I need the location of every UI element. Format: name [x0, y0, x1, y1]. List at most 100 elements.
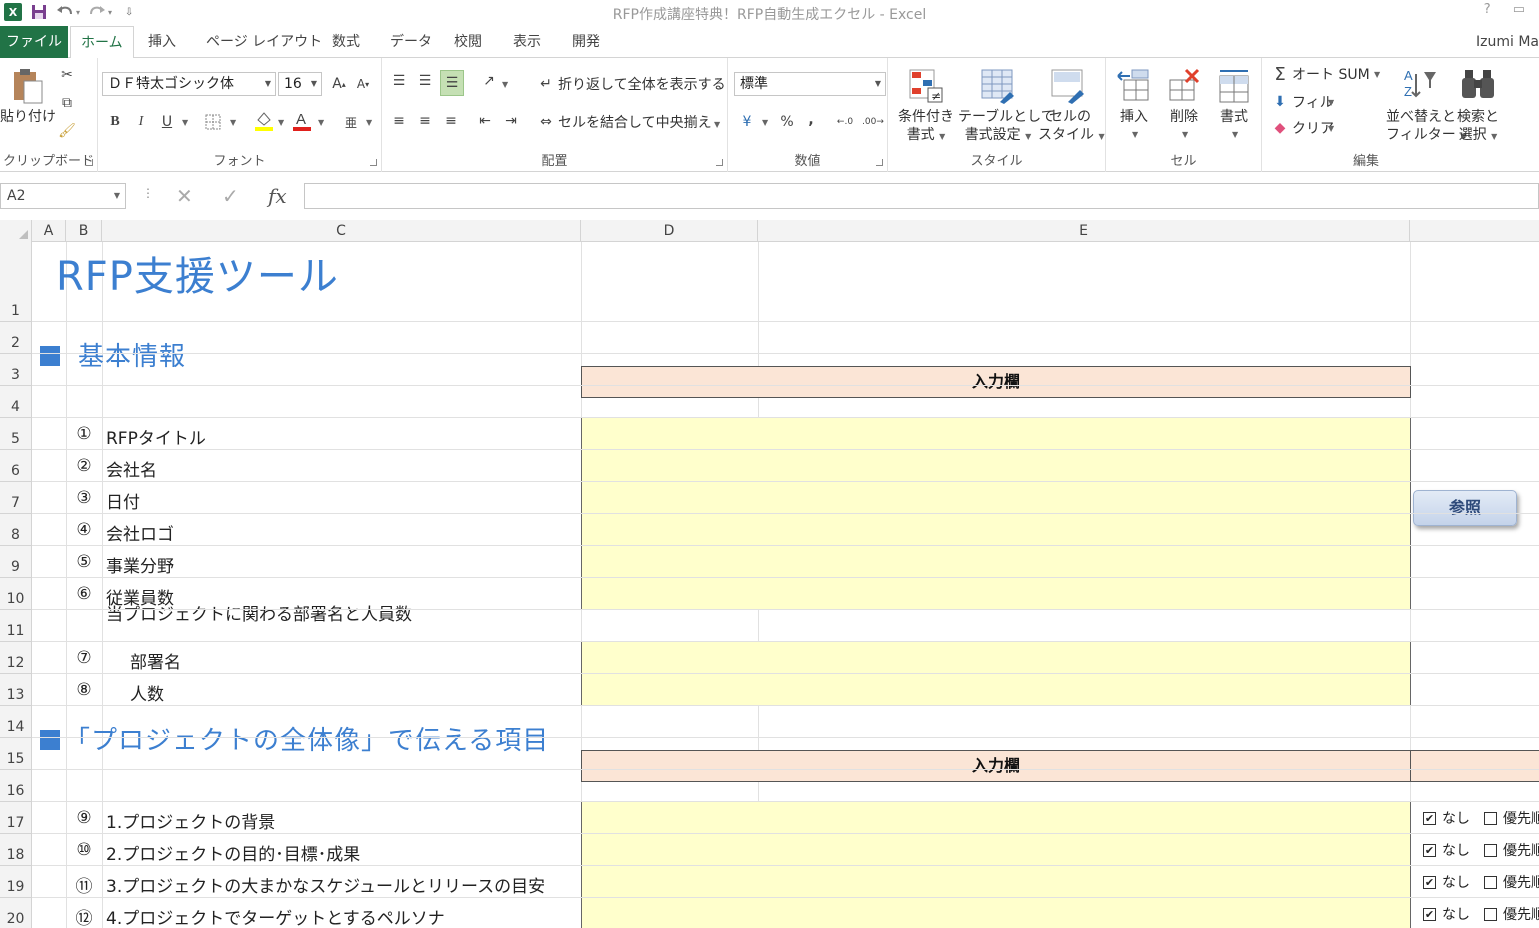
tab-insert[interactable]: 挿入 — [138, 26, 186, 58]
underline-button[interactable]: U — [156, 110, 178, 134]
row-header[interactable]: 15 — [0, 738, 32, 770]
autosum-icon[interactable]: Σ — [1270, 64, 1290, 85]
decrease-indent-icon[interactable]: ⇤ — [474, 110, 496, 132]
merge-dropdown-icon[interactable]: ▼ — [714, 120, 720, 129]
reference-button[interactable]: 参照 — [1413, 490, 1517, 526]
borders-dropdown-icon[interactable]: ▼ — [230, 118, 236, 127]
row-header[interactable]: 11 — [0, 610, 32, 642]
row-header[interactable]: 9 — [0, 546, 32, 578]
dept-item-input-cell[interactable] — [581, 673, 1411, 706]
wrap-text-icon[interactable]: ↵ — [536, 74, 556, 94]
row-header[interactable]: 4 — [0, 386, 32, 418]
row-header[interactable]: 16 — [0, 770, 32, 802]
tab-data[interactable]: データ — [380, 26, 442, 58]
cut-icon[interactable]: ✂ — [56, 64, 78, 86]
tab-page-layout[interactable]: ページ レイアウト — [196, 26, 332, 58]
row-header[interactable]: 6 — [0, 450, 32, 482]
cell-styles-line1[interactable]: セルの — [1038, 108, 1102, 126]
confirm-entry-icon[interactable]: ✓ — [222, 184, 239, 208]
user-name[interactable]: Izumi Ma — [1476, 34, 1539, 50]
paste-button[interactable]: 貼り付け — [0, 108, 56, 126]
insert-cells-icon[interactable] — [1114, 66, 1154, 106]
grow-font-icon[interactable]: A ▴ — [328, 72, 350, 96]
align-bottom-icon[interactable]: ☰ — [440, 70, 464, 96]
priority-checkbox[interactable] — [1484, 907, 1497, 921]
row-header[interactable]: 18 — [0, 834, 32, 866]
insert-dropdown-icon[interactable]: ▼ — [1132, 130, 1138, 139]
insert-function-button[interactable]: fx — [268, 184, 287, 208]
tab-formulas[interactable]: 数式 — [322, 26, 370, 58]
cell-styles-icon[interactable] — [1048, 66, 1088, 106]
fill-color-icon[interactable] — [252, 108, 276, 134]
none-checkbox[interactable]: ✔ — [1423, 875, 1436, 889]
delete-cells-button[interactable]: 削除 — [1164, 108, 1204, 126]
format-as-table-icon[interactable] — [978, 66, 1018, 106]
row-header[interactable]: 8 — [0, 514, 32, 546]
sort-filter-line1[interactable]: 並べ替えと — [1386, 108, 1456, 126]
phonetic-icon[interactable]: 亜 — [340, 110, 362, 134]
row-header[interactable]: 2 — [0, 322, 32, 354]
clear-dropdown-icon[interactable]: ▼ — [1328, 124, 1334, 133]
font-color-dropdown-icon[interactable]: ▼ — [318, 118, 324, 127]
basic-item-input-cell[interactable] — [581, 513, 1411, 546]
row-header[interactable]: 20 — [0, 898, 32, 928]
none-checkbox[interactable]: ✔ — [1423, 907, 1436, 921]
merge-center-icon[interactable]: ⇔ — [536, 112, 556, 132]
wrap-text-button[interactable]: 折り返して全体を表示する — [558, 76, 726, 94]
row-header[interactable]: 17 — [0, 802, 32, 834]
basic-item-input-cell[interactable] — [581, 545, 1411, 578]
conditional-formatting-icon[interactable]: ≠ — [906, 66, 946, 106]
tab-home[interactable]: ホーム — [70, 26, 134, 59]
priority-checkbox[interactable] — [1484, 875, 1497, 889]
find-select-line1[interactable]: 検索と — [1452, 108, 1504, 126]
basic-item-input-cell[interactable] — [581, 577, 1411, 610]
font-name-combo[interactable]: ＤＦ特太ゴシック体 ▼ — [102, 72, 276, 96]
conditional-formatting-line1[interactable]: 条件付き — [894, 108, 958, 126]
column-header-b[interactable]: B — [66, 220, 102, 242]
clipboard-launcher-icon[interactable] — [86, 159, 93, 166]
font-size-combo[interactable]: 16 ▼ — [278, 72, 322, 96]
fill-color-dropdown-icon[interactable]: ▼ — [278, 118, 284, 127]
overview-item-input-cell[interactable] — [581, 897, 1411, 928]
tab-file[interactable]: ファイル — [0, 26, 68, 58]
overview-item-input-cell[interactable] — [581, 833, 1411, 866]
select-all-corner[interactable] — [0, 220, 32, 242]
align-top-icon[interactable]: ☰ — [388, 70, 410, 92]
align-center-icon[interactable]: ≡ — [414, 110, 436, 132]
number-launcher-icon[interactable] — [876, 159, 883, 166]
paste-icon[interactable] — [10, 66, 46, 106]
row-header[interactable]: 7 — [0, 482, 32, 514]
orientation-icon[interactable]: ↗ — [476, 70, 502, 92]
cancel-entry-icon[interactable]: ✕ — [176, 184, 193, 208]
increase-decimal-icon[interactable]: ←.0 — [834, 110, 856, 134]
copy-icon[interactable]: ⧉ — [56, 92, 78, 114]
alignment-launcher-icon[interactable] — [716, 159, 723, 166]
help-button[interactable]: ? — [1484, 2, 1491, 17]
clear-icon[interactable]: ◆ — [1270, 118, 1290, 138]
row-header[interactable]: 19 — [0, 866, 32, 898]
format-as-table-line2[interactable]: 書式設定 ▼ — [958, 126, 1038, 146]
column-header-f[interactable] — [1410, 220, 1539, 242]
bold-button[interactable]: B — [104, 110, 126, 134]
merge-center-button[interactable]: セルを結合して中央揃え — [558, 114, 712, 132]
row-header[interactable]: 3 — [0, 354, 32, 386]
borders-icon[interactable] — [202, 110, 224, 134]
insert-cells-button[interactable]: 挿入 — [1114, 108, 1154, 126]
conditional-formatting-line2[interactable]: 書式 ▼ — [894, 126, 958, 146]
none-checkbox[interactable]: ✔ — [1423, 811, 1436, 825]
column-header-e[interactable]: E — [758, 220, 1410, 242]
formula-input[interactable] — [304, 183, 1539, 209]
sort-filter-icon[interactable]: AZ — [1400, 64, 1440, 104]
restore-button[interactable]: ▭ — [1513, 2, 1525, 17]
percent-button[interactable]: % — [776, 110, 798, 134]
underline-dropdown-icon[interactable]: ▼ — [182, 118, 188, 127]
format-dropdown-icon[interactable]: ▼ — [1232, 130, 1238, 139]
orientation-dropdown-icon[interactable]: ▼ — [502, 80, 508, 89]
tab-review[interactable]: 校閲 — [444, 26, 492, 58]
delete-cells-icon[interactable] — [1164, 66, 1204, 106]
basic-item-input-cell[interactable] — [581, 481, 1411, 514]
column-header-d[interactable]: D — [581, 220, 758, 242]
align-right-icon[interactable]: ≡ — [440, 110, 462, 132]
font-launcher-icon[interactable] — [370, 159, 377, 166]
font-color-icon[interactable]: A — [290, 108, 314, 134]
